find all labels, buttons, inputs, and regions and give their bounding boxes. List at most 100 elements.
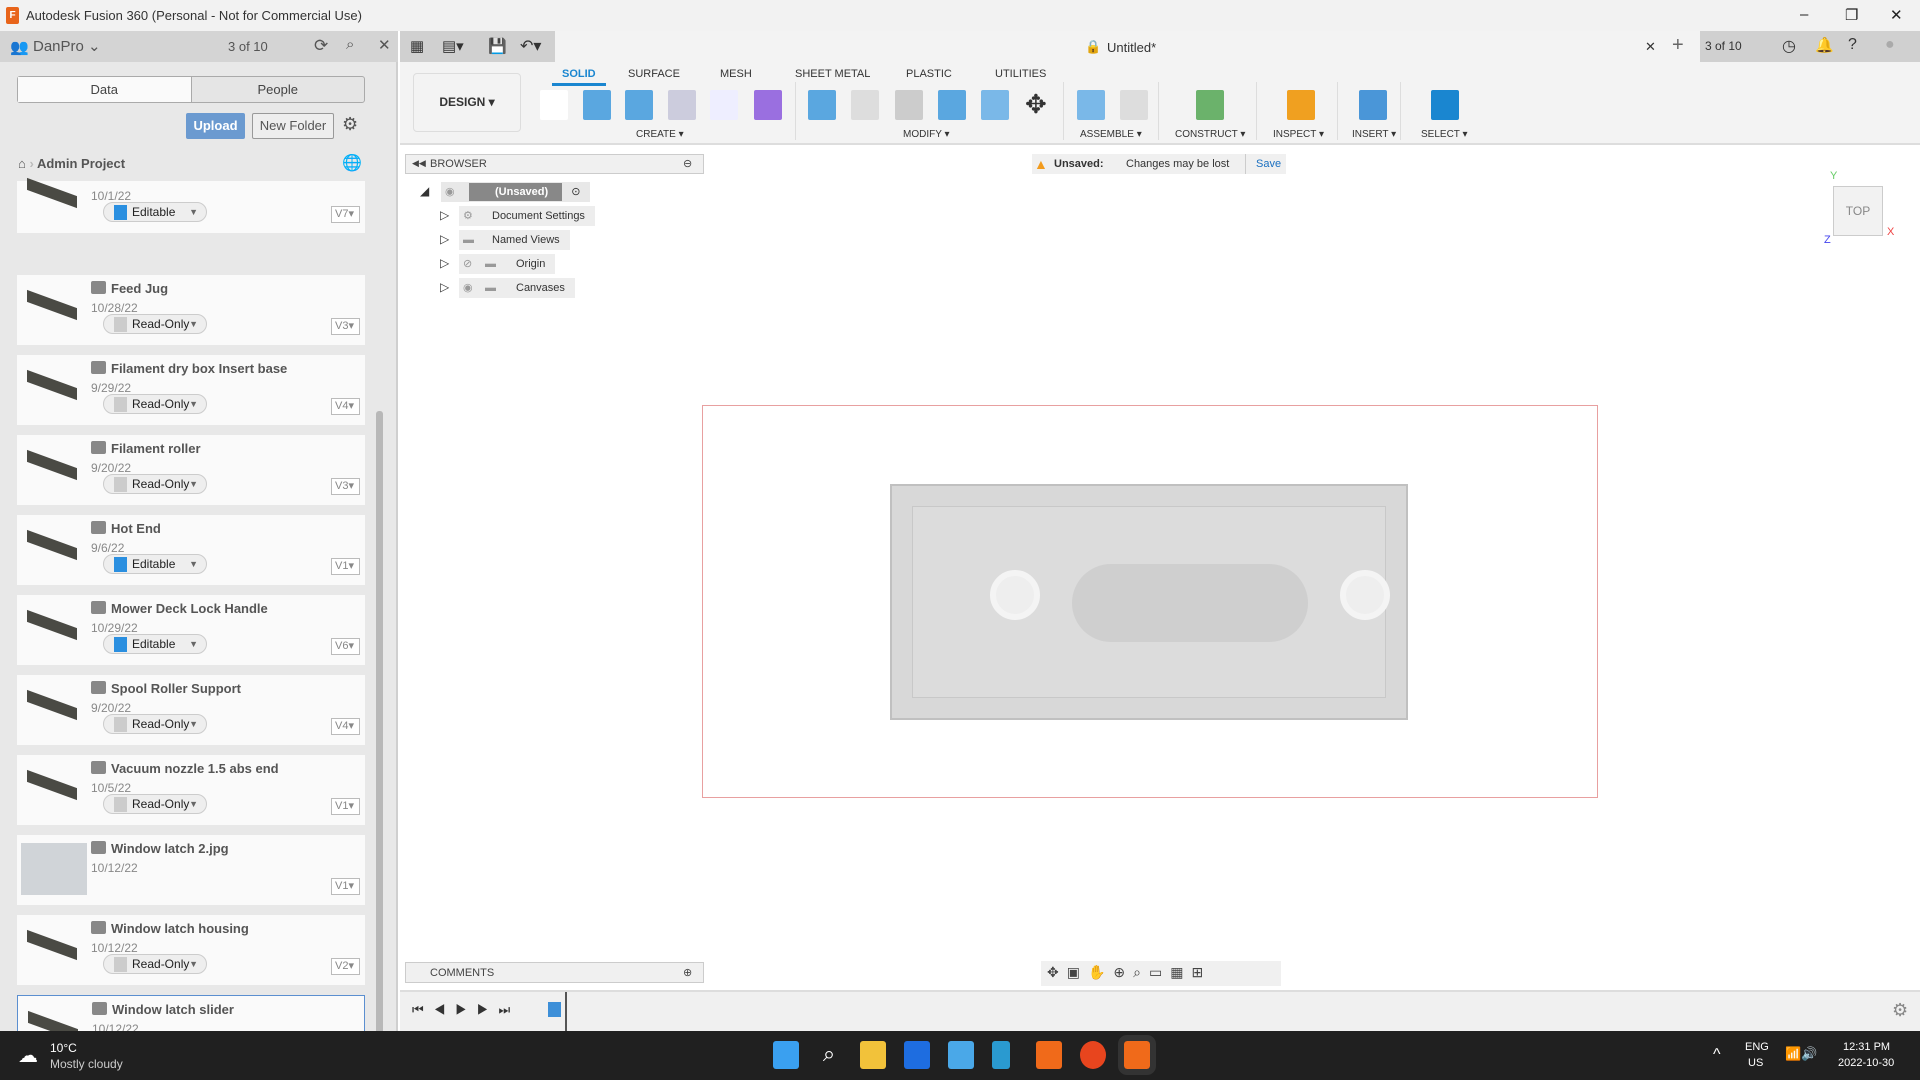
orbit-icon[interactable]: ✥ <box>1047 964 1067 980</box>
permission-dropdown[interactable]: Read-Only▼ <box>103 954 207 974</box>
version-dropdown[interactable]: V6▾ <box>331 638 360 655</box>
prev-icon[interactable]: ◀ <box>434 1002 456 1017</box>
press-pull-icon[interactable] <box>808 90 836 120</box>
file-name[interactable]: Window latch housing <box>111 921 249 936</box>
version-dropdown[interactable]: V3▾ <box>331 478 360 495</box>
ribbon-tab-solid[interactable]: SOLID <box>552 68 606 86</box>
last-icon[interactable]: ⏭ <box>499 1002 521 1017</box>
permission-dropdown[interactable]: Read-Only▼ <box>103 794 207 814</box>
group-inspect-menu[interactable]: INSPECT ▾ <box>1273 129 1324 140</box>
search-taskbar-icon[interactable]: ⌕ <box>816 1041 842 1069</box>
permission-dropdown[interactable]: Read-Only▼ <box>103 474 207 494</box>
file-item[interactable]: Spool Roller Support9/20/22Read-Only▼V4▾ <box>17 675 365 745</box>
look-at-icon[interactable]: ▣ <box>1067 964 1088 980</box>
undo-icon[interactable]: ↶▾ <box>520 36 541 56</box>
file-name[interactable]: Filament dry box Insert base <box>111 361 287 376</box>
file-menu-icon[interactable]: ▤▾ <box>442 37 464 55</box>
display-settings-icon[interactable]: ▭ <box>1149 964 1170 980</box>
chevron-down-icon[interactable]: ⌄ <box>88 37 101 55</box>
browser-node[interactable]: ⚙ Document Settings <box>459 206 595 226</box>
extrude-icon[interactable] <box>583 90 611 120</box>
start-icon[interactable] <box>773 1041 799 1069</box>
browser-panel-header[interactable]: ◀◀ BROWSER ⊖ <box>405 154 704 174</box>
permission-dropdown[interactable]: Read-Only▼ <box>103 714 207 734</box>
timeline-marker[interactable] <box>565 992 567 1031</box>
file-name[interactable]: Spool Roller Support <box>111 681 241 696</box>
split-icon[interactable] <box>981 90 1009 120</box>
browser-node[interactable]: ◉ ▬ Canvases <box>459 278 575 298</box>
expand-icon[interactable]: ▷ <box>440 232 449 246</box>
sketch-icon[interactable] <box>540 90 568 120</box>
combine-icon[interactable] <box>938 90 966 120</box>
wifi-volume-icon[interactable]: 📶🔊 <box>1785 1046 1817 1062</box>
version-dropdown[interactable]: V7▾ <box>331 206 360 223</box>
browser-node[interactable]: ⊘ ▬ Origin <box>459 254 555 274</box>
file-name[interactable]: Hot End <box>111 521 161 536</box>
file-name[interactable]: Feed Jug <box>111 281 168 296</box>
pan-icon[interactable]: ✋ <box>1088 964 1113 980</box>
fusion-active-icon[interactable] <box>1124 1041 1150 1069</box>
permission-dropdown[interactable]: Read-Only▼ <box>103 314 207 334</box>
viewports-icon[interactable]: ⊞ <box>1191 964 1211 980</box>
clock-time[interactable]: 12:31 PM <box>1843 1041 1890 1053</box>
fit-icon[interactable]: ⌕ <box>1133 964 1149 980</box>
version-dropdown[interactable]: V1▾ <box>331 878 360 895</box>
timeline-settings-icon[interactable]: ⚙ <box>1892 1000 1908 1021</box>
notification-icon[interactable]: 🔔 <box>1815 36 1834 54</box>
save-icon[interactable]: 💾 <box>488 37 507 55</box>
file-item[interactable]: Feed Jug10/28/22Read-Only▼V3▾ <box>17 275 365 345</box>
viewcube[interactable]: TOP <box>1833 186 1883 236</box>
job-status[interactable]: 3 of 10 <box>228 39 268 54</box>
offset-plane-icon[interactable] <box>1196 90 1224 120</box>
profile-icon[interactable]: ● <box>1885 36 1895 54</box>
activate-icon[interactable]: ⊙ <box>571 186 580 198</box>
measure-icon[interactable] <box>1287 90 1315 120</box>
ribbon-tab-surface[interactable]: SURFACE <box>628 68 680 80</box>
close-panel-icon[interactable]: ✕ <box>378 36 391 54</box>
file-item[interactable]: Hot End9/6/22Editable▼V1▾ <box>17 515 365 585</box>
team-selector[interactable]: DanPro <box>33 38 84 55</box>
ribbon-tab-plastic[interactable]: PLASTIC <box>906 68 952 80</box>
upload-button[interactable]: Upload <box>186 113 245 139</box>
play-icon[interactable]: ▶ <box>455 1002 477 1017</box>
group-select-menu[interactable]: SELECT ▾ <box>1421 129 1468 140</box>
permission-dropdown[interactable]: Editable▼ <box>103 202 207 222</box>
new-component-icon[interactable] <box>1077 90 1105 120</box>
help-icon[interactable]: ? <box>1848 36 1857 54</box>
version-dropdown[interactable]: V1▾ <box>331 558 360 575</box>
group-modify-menu[interactable]: MODIFY ▾ <box>903 129 950 140</box>
version-dropdown[interactable]: V2▾ <box>331 958 360 975</box>
version-dropdown[interactable]: V4▾ <box>331 718 360 735</box>
fillet-icon[interactable] <box>851 90 879 120</box>
collapse-icon[interactable]: ◀◀ <box>412 158 426 169</box>
version-dropdown[interactable]: V3▾ <box>331 318 360 335</box>
firefox-icon[interactable] <box>1080 1041 1106 1069</box>
file-item[interactable]: Filament roller9/20/22Read-Only▼V3▾ <box>17 435 365 505</box>
group-assemble-menu[interactable]: ASSEMBLE ▾ <box>1080 129 1142 140</box>
add-comment-icon[interactable]: ⊕ <box>683 966 692 979</box>
language[interactable]: ENG <box>1745 1041 1769 1053</box>
file-item[interactable]: Window latch housing10/12/22Read-Only▼V2… <box>17 915 365 985</box>
grid-settings-icon[interactable]: ▦ <box>1170 964 1191 980</box>
eye-hidden-icon[interactable]: ⊘ <box>463 254 472 274</box>
hole-icon[interactable] <box>668 90 696 120</box>
eye-icon[interactable]: ◉ <box>463 278 473 298</box>
breadcrumb-project[interactable]: Admin Project <box>37 156 125 171</box>
shell-icon[interactable] <box>895 90 923 120</box>
clock-icon[interactable]: ◷ <box>1782 36 1796 56</box>
revolve-icon[interactable] <box>625 90 653 120</box>
joint-icon[interactable] <box>1120 90 1148 120</box>
document-tab[interactable]: 🔒 Untitled* ✕ <box>555 31 1700 62</box>
expand-icon[interactable]: ▷ <box>440 208 449 222</box>
tray-chevron-icon[interactable]: ^ <box>1713 1046 1721 1064</box>
file-item[interactable]: Mower Deck Lock Handle10/29/22Editable▼V… <box>17 595 365 665</box>
comments-panel[interactable]: COMMENTS ⊕ <box>405 962 704 983</box>
file-name[interactable]: Vacuum nozzle 1.5 abs end <box>111 761 279 776</box>
file-name[interactable]: Mower Deck Lock Handle <box>111 601 268 616</box>
fusion-taskbar-icon[interactable] <box>1036 1041 1062 1069</box>
permission-dropdown[interactable]: Read-Only▼ <box>103 394 207 414</box>
file-name[interactable]: Window latch 2.jpg <box>111 841 229 856</box>
form-icon[interactable] <box>754 90 782 120</box>
app-n-icon[interactable] <box>992 1041 1010 1069</box>
cloud-app-icon[interactable] <box>948 1041 974 1069</box>
